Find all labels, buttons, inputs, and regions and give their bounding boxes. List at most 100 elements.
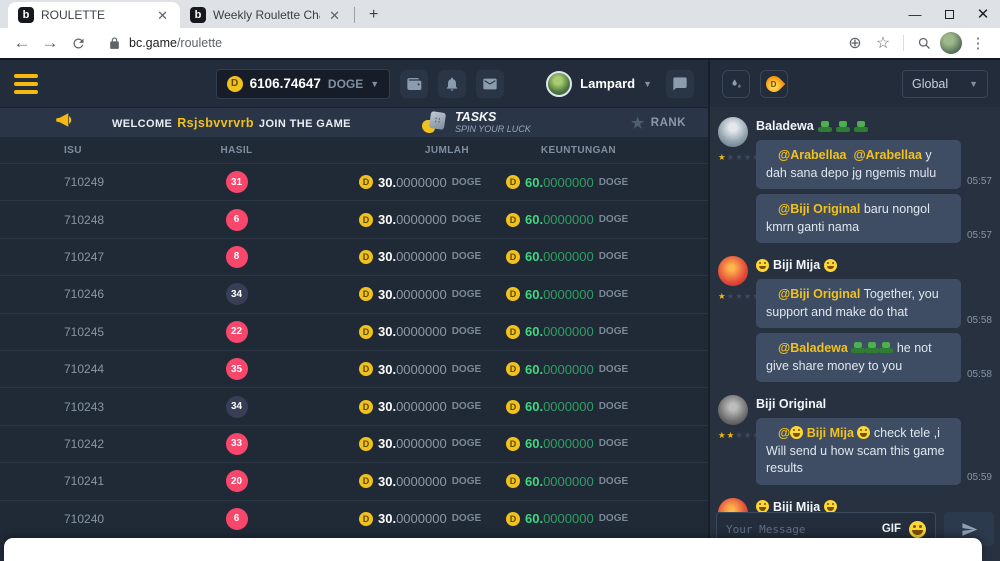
avatar[interactable] bbox=[718, 498, 748, 513]
address-bar[interactable]: bc.game/roulette bbox=[108, 36, 839, 50]
tab-roulette[interactable]: b ROULETTE ✕ bbox=[8, 2, 180, 28]
table-row[interactable]: 710247 8 D30.0000000DOGE D60.0000000DOGE bbox=[0, 238, 708, 275]
chat-username[interactable]: Biji Mija bbox=[756, 256, 992, 274]
doge-coin-icon: D bbox=[359, 400, 373, 414]
doge-coin-icon: D bbox=[359, 325, 373, 339]
mention[interactable]: @Baladewa bbox=[778, 341, 848, 355]
table-row[interactable]: 710241 20 D30.0000000DOGE D60.0000000DOG… bbox=[0, 462, 708, 499]
message-input[interactable] bbox=[726, 523, 874, 536]
round-id: 710248 bbox=[64, 213, 164, 227]
doge-coin-icon: D bbox=[359, 512, 373, 526]
result-badge: 33 bbox=[226, 433, 248, 455]
back-icon[interactable]: ← bbox=[10, 31, 34, 55]
new-tab-button[interactable]: + bbox=[361, 6, 386, 24]
avatar[interactable] bbox=[718, 256, 748, 286]
tab-weekly-challenge[interactable]: b Weekly Roulette Challenge - Win ✕ bbox=[180, 2, 352, 28]
doge-coin-icon: D bbox=[359, 437, 373, 451]
table-row[interactable]: 710246 34 D30.0000000DOGE D60.0000000DOG… bbox=[0, 275, 708, 312]
gif-button[interactable]: GIF bbox=[882, 523, 901, 535]
user-menu[interactable]: Lampard ▼ bbox=[546, 71, 652, 97]
avatar[interactable] bbox=[718, 117, 748, 147]
round-id: 710244 bbox=[64, 362, 164, 376]
maximize-button[interactable] bbox=[932, 0, 966, 28]
round-id: 710249 bbox=[64, 175, 164, 189]
table-row[interactable]: 710243 34 D30.0000000DOGE D60.0000000DOG… bbox=[0, 387, 708, 424]
tab-close-icon[interactable]: ✕ bbox=[327, 9, 342, 22]
table-row[interactable]: 710245 22 D30.0000000DOGE D60.0000000DOG… bbox=[0, 313, 708, 350]
wallet-button[interactable] bbox=[400, 70, 428, 98]
browser-profile-avatar[interactable] bbox=[940, 32, 962, 54]
bell-icon bbox=[444, 76, 460, 92]
tab-close-icon[interactable]: ✕ bbox=[155, 9, 170, 22]
result-badge: 6 bbox=[226, 209, 248, 231]
bookmark-star-icon[interactable]: ☆ bbox=[871, 31, 895, 55]
balance-selector[interactable]: D 6106.74647 DOGE ▼ bbox=[216, 69, 391, 99]
minimize-button[interactable]: — bbox=[898, 0, 932, 28]
mention[interactable]: @ bbox=[778, 426, 790, 440]
user-rating: ★★★★★ bbox=[718, 291, 756, 302]
close-button[interactable]: ✕ bbox=[966, 0, 1000, 28]
chat-username[interactable]: Baladewa bbox=[756, 117, 992, 135]
coindrop-button[interactable]: D bbox=[760, 70, 788, 98]
tasks-link[interactable]: ∷ TASKS SPIN YOUR LUCK bbox=[422, 111, 531, 135]
coindrop-icon: D bbox=[763, 72, 786, 95]
results-table: ISU HASIL JUMLAH KEUNTUNGAN 710249 31 D3… bbox=[0, 137, 708, 561]
chat-username[interactable]: Biji Mija bbox=[756, 498, 992, 513]
main-panel: D 6106.74647 DOGE ▼ Lampard ▼ bbox=[0, 60, 708, 561]
table-row[interactable]: 710242 33 D30.0000000DOGE D60.0000000DOG… bbox=[0, 425, 708, 462]
user-rating: ★★★★★ bbox=[718, 152, 756, 163]
notifications-button[interactable] bbox=[438, 70, 466, 98]
chevron-down-icon: ▼ bbox=[969, 79, 978, 89]
rank-link[interactable]: ★ RANK bbox=[631, 114, 686, 132]
chat-room-select[interactable]: Global ▼ bbox=[902, 70, 988, 98]
search-icon[interactable] bbox=[912, 31, 936, 55]
reload-icon[interactable] bbox=[66, 31, 90, 55]
chevron-down-icon: ▼ bbox=[643, 79, 652, 89]
table-row[interactable]: 710240 6 D30.0000000DOGE D60.0000000DOGE bbox=[0, 500, 708, 537]
forward-icon[interactable]: → bbox=[38, 31, 62, 55]
doge-coin-icon: D bbox=[359, 250, 373, 264]
round-id: 710247 bbox=[64, 250, 164, 264]
doge-coin-icon: D bbox=[227, 76, 243, 92]
tab-separator bbox=[354, 7, 355, 23]
rain-button[interactable] bbox=[722, 70, 750, 98]
table-row[interactable]: 710244 35 D30.0000000DOGE D60.0000000DOG… bbox=[0, 350, 708, 387]
round-id: 710242 bbox=[64, 437, 164, 451]
grin-emoji bbox=[790, 426, 803, 439]
round-id: 710243 bbox=[64, 400, 164, 414]
result-badge: 20 bbox=[226, 470, 248, 492]
mention[interactable]: @Biji Original bbox=[778, 287, 860, 301]
balance-amount: 6106.74647 bbox=[250, 76, 321, 91]
browser-menu-icon[interactable]: ⋮ bbox=[966, 31, 990, 55]
chat-bubble: @Biji Original baru nongol kmrn ganti na… bbox=[756, 194, 961, 243]
doge-coin-icon: D bbox=[506, 400, 520, 414]
avatar[interactable] bbox=[718, 395, 748, 425]
tab-title: Weekly Roulette Challenge - Win bbox=[213, 8, 320, 22]
table-row[interactable]: 710249 31 D30.0000000DOGE D60.0000000DOG… bbox=[0, 163, 708, 200]
mention[interactable]: @Arabellaa bbox=[778, 148, 846, 162]
doge-coin-icon: D bbox=[506, 287, 520, 301]
mention[interactable]: @Arabellaa bbox=[853, 148, 921, 162]
doge-coin-icon: D bbox=[506, 250, 520, 264]
table-row[interactable]: 710248 6 D30.0000000DOGE D60.0000000DOGE bbox=[0, 200, 708, 237]
user-name: Lampard bbox=[580, 76, 635, 91]
tab-title: ROULETTE bbox=[41, 8, 148, 22]
chat-panel: D Global ▼ ★★★★★ Baladewa bbox=[710, 60, 1000, 561]
chat-username[interactable]: Biji Original bbox=[756, 395, 992, 413]
round-id: 710240 bbox=[64, 512, 164, 526]
chat-toggle-button[interactable] bbox=[666, 70, 694, 98]
hamburger-menu-icon[interactable] bbox=[14, 74, 38, 94]
mention[interactable]: @Biji Original bbox=[778, 202, 860, 216]
doge-coin-icon: D bbox=[359, 175, 373, 189]
browser-tabstrip: b ROULETTE ✕ b Weekly Roulette Challenge… bbox=[0, 0, 1000, 28]
zoom-page-icon[interactable]: ⊕ bbox=[843, 31, 867, 55]
messages-button[interactable] bbox=[476, 70, 504, 98]
bottom-popup[interactable] bbox=[4, 538, 982, 561]
emoji-picker-icon[interactable] bbox=[909, 521, 926, 538]
mention[interactable]: Biji Mija bbox=[807, 426, 854, 440]
doge-coin-icon: D bbox=[359, 287, 373, 301]
toolbar-separator bbox=[903, 35, 904, 51]
chat-room-value: Global bbox=[912, 77, 948, 91]
couch-emoji bbox=[865, 342, 879, 353]
round-id: 710245 bbox=[64, 325, 164, 339]
